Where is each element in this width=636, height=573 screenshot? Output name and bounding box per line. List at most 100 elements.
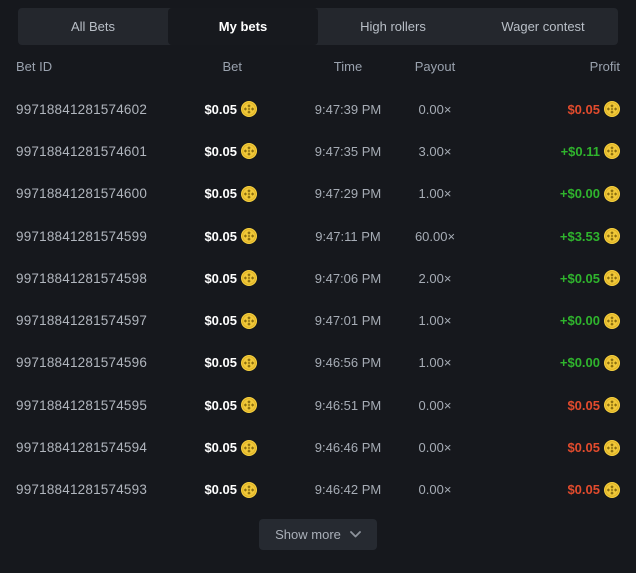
table-row: 99718841281574599 $0.05 9:47:11 PM 60.00… [0, 215, 636, 257]
bet-profit: +$0.11 [561, 144, 600, 159]
bet-time: 9:47:06 PM [257, 271, 400, 286]
bet-amount: $0.05 [204, 313, 237, 328]
bet-amount: $0.05 [204, 186, 237, 201]
bet-amount: $0.05 [204, 398, 237, 413]
tab-label: High rollers [360, 19, 426, 34]
bet-amount-cell: $0.05 [190, 397, 257, 413]
header-time: Time [257, 59, 400, 74]
bnb-coin-icon [241, 186, 257, 202]
bnb-coin-icon [604, 355, 620, 371]
bet-id-link[interactable]: 99718841281574593 [16, 482, 190, 497]
table-row: 99718841281574593 $0.05 9:46:42 PM 0.00×… [0, 469, 636, 511]
bet-profit: +$0.05 [560, 271, 600, 286]
bet-profit-cell: +$0.11 [470, 143, 620, 159]
bnb-coin-icon [241, 101, 257, 117]
tab-label: All Bets [71, 19, 115, 34]
bet-time: 9:46:51 PM [257, 398, 400, 413]
tab-wager-contest[interactable]: Wager contest [468, 8, 618, 45]
bet-id-link[interactable]: 99718841281574602 [16, 102, 190, 117]
bet-profit-cell: +$0.00 [470, 186, 620, 202]
show-more-label: Show more [275, 527, 341, 542]
bet-amount: $0.05 [204, 229, 237, 244]
bet-amount-cell: $0.05 [190, 143, 257, 159]
bnb-coin-icon [604, 101, 620, 117]
bet-time: 9:46:46 PM [257, 440, 400, 455]
bet-payout: 0.00× [400, 440, 470, 455]
bet-amount-cell: $0.05 [190, 270, 257, 286]
table-row: 99718841281574602 $0.05 9:47:39 PM 0.00×… [0, 88, 636, 130]
bet-time: 9:46:42 PM [257, 482, 400, 497]
bet-id-link[interactable]: 99718841281574600 [16, 186, 190, 201]
bet-amount-cell: $0.05 [190, 186, 257, 202]
bet-profit-cell: $0.05 [470, 101, 620, 117]
tab-label: My bets [219, 19, 267, 34]
bet-id-link[interactable]: 99718841281574596 [16, 355, 190, 370]
table-row: 99718841281574596 $0.05 9:46:56 PM 1.00×… [0, 342, 636, 384]
bnb-coin-icon [241, 397, 257, 413]
bnb-coin-icon [241, 228, 257, 244]
bet-amount: $0.05 [204, 144, 237, 159]
bet-id-link[interactable]: 99718841281574597 [16, 313, 190, 328]
chevron-down-icon [350, 531, 361, 538]
bet-time: 9:47:35 PM [257, 144, 400, 159]
bet-profit: $0.05 [567, 482, 600, 497]
bet-id-link[interactable]: 99718841281574601 [16, 144, 190, 159]
tab-my-bets[interactable]: My bets [168, 8, 318, 45]
bet-profit: $0.05 [567, 102, 600, 117]
bnb-coin-icon [241, 313, 257, 329]
bet-time: 9:47:29 PM [257, 186, 400, 201]
show-more-button[interactable]: Show more [259, 519, 377, 550]
bet-amount-cell: $0.05 [190, 313, 257, 329]
bet-id-link[interactable]: 99718841281574599 [16, 229, 190, 244]
bnb-coin-icon [604, 228, 620, 244]
tab-high-rollers[interactable]: High rollers [318, 8, 468, 45]
bets-tab-bar: All Bets My bets High rollers Wager cont… [18, 8, 618, 45]
bet-profit-cell: $0.05 [470, 397, 620, 413]
bet-payout: 1.00× [400, 355, 470, 370]
bet-profit: +$0.00 [560, 355, 600, 370]
bnb-coin-icon [604, 440, 620, 456]
bnb-coin-icon [241, 482, 257, 498]
bet-time: 9:47:39 PM [257, 102, 400, 117]
bnb-coin-icon [241, 143, 257, 159]
bet-amount: $0.05 [204, 102, 237, 117]
bet-id-link[interactable]: 99718841281574594 [16, 440, 190, 455]
table-header-row: Bet ID Bet Time Payout Profit [0, 45, 636, 88]
bet-profit-cell: +$0.00 [470, 313, 620, 329]
bet-amount: $0.05 [204, 440, 237, 455]
header-profit: Profit [470, 59, 620, 74]
bet-amount-cell: $0.05 [190, 101, 257, 117]
table-row: 99718841281574598 $0.05 9:47:06 PM 2.00×… [0, 257, 636, 299]
header-bet: Bet [190, 59, 257, 74]
bnb-coin-icon [604, 313, 620, 329]
bet-payout: 2.00× [400, 271, 470, 286]
bet-id-link[interactable]: 99718841281574598 [16, 271, 190, 286]
bet-profit-cell: $0.05 [470, 440, 620, 456]
bet-payout: 60.00× [400, 229, 470, 244]
bet-amount-cell: $0.05 [190, 228, 257, 244]
bet-amount-cell: $0.05 [190, 355, 257, 371]
bet-profit: $0.05 [567, 398, 600, 413]
table-row: 99718841281574600 $0.05 9:47:29 PM 1.00×… [0, 173, 636, 215]
bnb-coin-icon [604, 482, 620, 498]
bet-time: 9:46:56 PM [257, 355, 400, 370]
bet-profit: +$0.00 [560, 186, 600, 201]
bet-time: 9:47:11 PM [257, 229, 400, 244]
header-bet-id: Bet ID [16, 59, 190, 74]
bnb-coin-icon [241, 270, 257, 286]
bet-id-link[interactable]: 99718841281574595 [16, 398, 190, 413]
bet-amount: $0.05 [204, 355, 237, 370]
bet-profit: +$3.53 [560, 229, 600, 244]
bet-payout: 1.00× [400, 313, 470, 328]
bnb-coin-icon [241, 355, 257, 371]
bet-profit-cell: +$0.00 [470, 355, 620, 371]
bnb-coin-icon [604, 143, 620, 159]
bet-payout: 3.00× [400, 144, 470, 159]
bet-time: 9:47:01 PM [257, 313, 400, 328]
tab-all-bets[interactable]: All Bets [18, 8, 168, 45]
bnb-coin-icon [604, 270, 620, 286]
bet-payout: 1.00× [400, 186, 470, 201]
bet-payout: 0.00× [400, 482, 470, 497]
bets-table-body: 99718841281574602 $0.05 9:47:39 PM 0.00×… [0, 88, 636, 511]
header-payout: Payout [400, 59, 470, 74]
